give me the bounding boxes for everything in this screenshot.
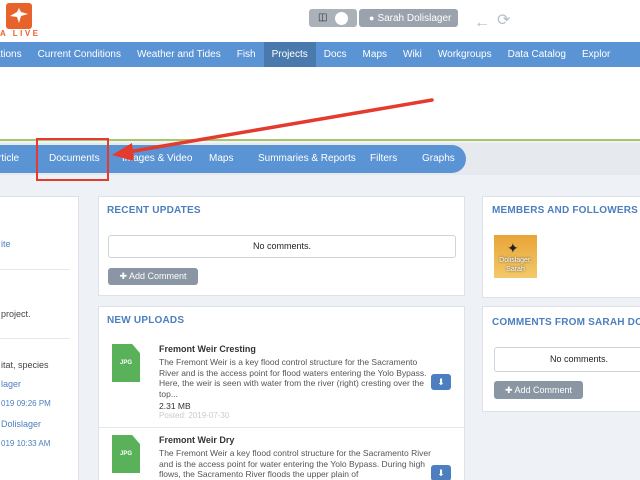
nav-docs[interactable]: Docs	[316, 42, 355, 67]
tab-filters[interactable]: Filters	[370, 145, 397, 173]
recent-updates-title: RECENT UPDATES	[107, 205, 201, 216]
jpg-file-icon[interactable]: JPG	[112, 435, 140, 473]
header-band	[0, 67, 640, 141]
logo[interactable]	[6, 3, 32, 29]
basket-icon: ◫	[318, 12, 328, 23]
no-comments-box: No comments.	[494, 347, 640, 372]
divider	[0, 338, 69, 339]
add-comment-label: Add Comment	[514, 385, 573, 395]
nav-operations[interactable]: erations	[0, 42, 30, 67]
project-info-panel: ite project. itat, species lager 019 09:…	[0, 196, 79, 480]
user-name: Sarah Dolislager	[377, 13, 452, 24]
user-comments-title: COMMENTS FROM SARAH DOLIS	[492, 317, 640, 328]
upload-title[interactable]: Fremont Weir Cresting	[159, 344, 256, 354]
plus-icon: ✚	[504, 385, 515, 395]
upload-description: The Fremont Weir is a key flood control …	[159, 357, 427, 399]
arrow-left-icon[interactable]: ←	[474, 15, 490, 31]
nav-workgroups[interactable]: Workgroups	[430, 42, 500, 67]
nav-wiki[interactable]: Wiki	[395, 42, 430, 67]
user-menu-button[interactable]: ● Sarah Dolislager	[359, 9, 458, 27]
divider	[99, 427, 464, 428]
download-button[interactable]: ⬇	[431, 374, 451, 390]
jpg-file-icon[interactable]: JPG	[112, 344, 140, 382]
avatar[interactable]: ✦ Dolislager, Sarah	[494, 235, 537, 278]
upload-title[interactable]: Fremont Weir Dry	[159, 435, 234, 445]
file-badge: JPG	[119, 360, 132, 366]
left-text-project: project.	[1, 309, 31, 319]
tab-article[interactable]: rticle	[0, 145, 19, 173]
tab-images-video[interactable]: Images & Video	[122, 145, 192, 173]
logo-text: A LIVE	[0, 29, 41, 38]
add-comment-button[interactable]: ✚ Add Comment	[108, 268, 198, 285]
annotation-highlight-box	[36, 138, 109, 181]
cart-toggle[interactable]: ◫	[309, 9, 357, 27]
new-uploads-panel: NEW UPLOADS JPG Fremont Weir Cresting Th…	[98, 306, 465, 480]
upload-description: The Fremont Weir a key flood control str…	[159, 448, 431, 479]
download-button[interactable]: ⬇	[431, 465, 451, 480]
main-nav: erations Current Conditions Weather and …	[0, 42, 640, 67]
avatar-name: Dolislager, Sarah	[499, 257, 532, 273]
nav-current-conditions[interactable]: Current Conditions	[30, 42, 129, 67]
nav-maps[interactable]: Maps	[355, 42, 395, 67]
download-icon: ⬇	[437, 377, 445, 387]
left-date-2: 019 10:33 AM	[1, 439, 51, 448]
add-comment-button[interactable]: ✚ Add Comment	[494, 381, 583, 399]
new-uploads-title: NEW UPLOADS	[107, 315, 185, 326]
recent-updates-panel: RECENT UPDATES No comments. ✚ Add Commen…	[98, 196, 465, 296]
tab-graphs[interactable]: Graphs	[422, 145, 455, 173]
file-badge: JPG	[119, 451, 132, 457]
top-bar: A LIVE ◫ ● Sarah Dolislager ← ⟳	[0, 0, 640, 42]
nav-projects[interactable]: Projects	[263, 42, 316, 67]
left-link-author[interactable]: lager	[1, 379, 21, 389]
left-text-habitat: itat, species	[1, 360, 49, 370]
nav-fish[interactable]: Fish	[229, 42, 264, 67]
tab-summaries-reports[interactable]: Summaries & Reports	[258, 145, 356, 173]
no-comments-box: No comments.	[108, 235, 456, 258]
nav-weather-tides[interactable]: Weather and Tides	[129, 42, 229, 67]
download-icon: ⬇	[437, 468, 445, 478]
user-comments-panel: COMMENTS FROM SARAH DOLIS No comments. ✚…	[482, 306, 640, 412]
left-link-website[interactable]: ite	[1, 239, 11, 249]
bird-logo-icon	[10, 8, 28, 23]
left-date-1: 019 09:26 PM	[1, 399, 51, 408]
user-icon: ●	[369, 13, 375, 23]
members-panel: MEMBERS AND FOLLOWERS ✦ Dolislager, Sara…	[482, 196, 640, 298]
bird-icon: ✦	[507, 240, 519, 256]
members-title: MEMBERS AND FOLLOWERS	[492, 205, 639, 216]
nav-data-catalog[interactable]: Data Catalog	[500, 42, 574, 67]
upload-size: 2.31 MB	[159, 401, 191, 411]
plus-icon: ✚	[119, 271, 129, 281]
left-link-editor[interactable]: Dolislager	[1, 419, 41, 429]
toggle-knob	[335, 12, 348, 25]
divider	[0, 269, 69, 270]
add-comment-label: Add Comment	[129, 271, 187, 281]
tab-maps[interactable]: Maps	[209, 145, 233, 173]
refresh-icon[interactable]: ⟳	[497, 13, 510, 29]
nav-explore[interactable]: Explor	[574, 42, 618, 67]
upload-date: Posted: 2019-07-30	[159, 411, 230, 420]
